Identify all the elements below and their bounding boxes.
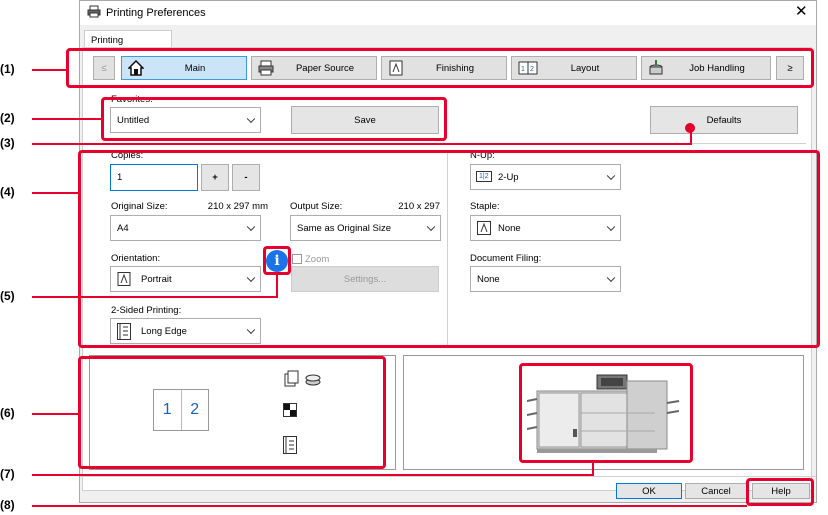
tab-printing-preferences[interactable]: Printing Preferences [84, 30, 172, 57]
callout-box-1 [66, 48, 814, 88]
leader-line-5-vertical [276, 274, 278, 297]
leader-line-6 [32, 413, 79, 415]
callout-label-1: (1) [0, 62, 15, 76]
callout-label-5: (5) [0, 289, 15, 303]
callout-box-4 [78, 150, 820, 348]
leader-dot-3 [685, 123, 695, 133]
cancel-button[interactable]: Cancel [685, 483, 747, 499]
printer-icon [87, 5, 101, 18]
leader-line-7 [32, 474, 594, 476]
screenshot: Printing Preferences ✕ Printing Preferen… [0, 0, 828, 515]
leader-line-8 [32, 505, 747, 507]
leader-line-4 [32, 192, 79, 194]
close-icon[interactable]: ✕ [795, 4, 808, 19]
defaults-button[interactable]: Defaults [650, 106, 798, 134]
callout-label-8: (8) [0, 498, 15, 512]
callout-label-3: (3) [0, 136, 15, 150]
callout-label-6: (6) [0, 406, 15, 420]
callout-label-2: (2) [0, 111, 15, 125]
leader-line-5 [32, 296, 278, 298]
leader-line-7-vertical [592, 462, 594, 475]
callout-box-5 [263, 246, 291, 275]
callout-box-8 [746, 478, 814, 506]
footer-divider [80, 476, 816, 477]
window-title: Printing Preferences [106, 7, 206, 19]
callout-label-4: (4) [0, 185, 15, 199]
leader-line-3 [32, 143, 692, 145]
leader-line-1 [32, 69, 67, 71]
ok-button[interactable]: OK [616, 483, 682, 499]
callout-box-2 [101, 97, 447, 141]
callout-label-7: (7) [0, 467, 15, 481]
callout-box-6 [78, 356, 386, 469]
leader-line-2 [32, 118, 102, 120]
callout-box-7 [519, 363, 693, 463]
